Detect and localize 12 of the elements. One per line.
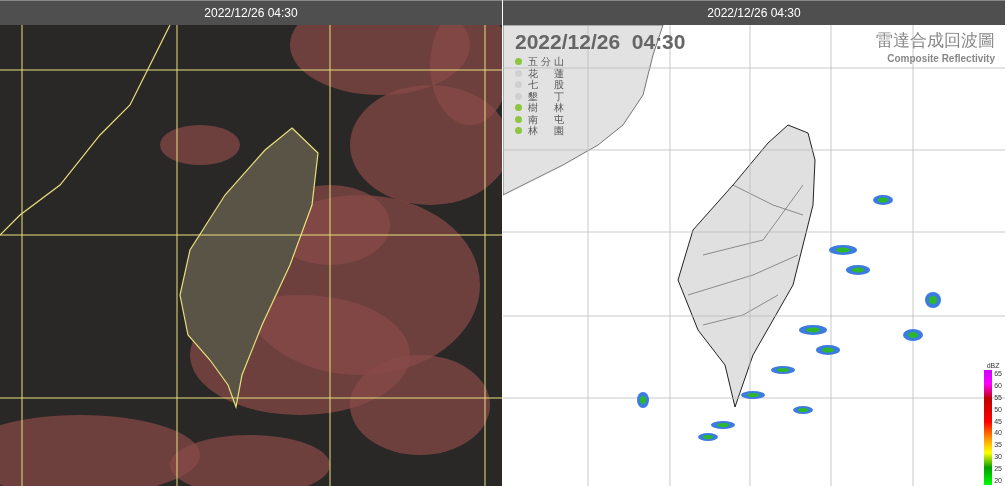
product-subtitle: Composite Reflectivity <box>887 52 995 66</box>
station-name: 花蓮 <box>528 67 564 79</box>
station-name: 林園 <box>528 125 564 137</box>
station-name: 五分山 <box>528 56 564 68</box>
panel-header: 2022/12/26 04:30 <box>503 0 1005 25</box>
station-name: 七股 <box>528 79 564 91</box>
product-title: 雷達合成回波圖 <box>876 31 995 51</box>
radar-timestamp: 2022/12/26 04:30 <box>515 31 686 53</box>
station-name: 樹林 <box>528 102 564 114</box>
panel-header: 2022/12/26 04:30 <box>0 0 502 25</box>
station-name: 墾丁 <box>528 90 564 102</box>
station-name: 南屯 <box>528 113 564 125</box>
